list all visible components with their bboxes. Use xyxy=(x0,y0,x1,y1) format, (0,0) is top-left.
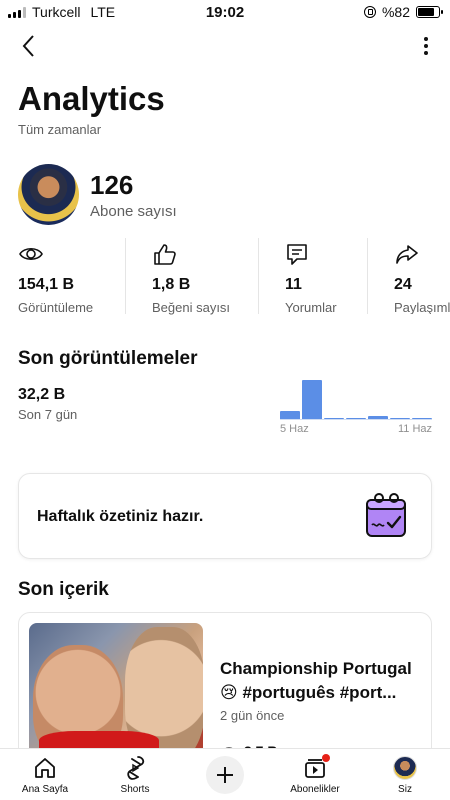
metric-label: Yorumlar xyxy=(285,300,337,315)
subscriptions-icon xyxy=(302,754,330,781)
battery-fill xyxy=(418,8,435,16)
chart-baseline xyxy=(280,419,432,420)
nav-you[interactable]: Siz xyxy=(360,749,450,800)
subscriber-count: 126 xyxy=(90,169,134,200)
subscriber-block: 126 Abone sayısı xyxy=(90,170,177,220)
metric-shares[interactable]: 24 Paylaşıml xyxy=(367,238,450,314)
shorts-icon xyxy=(122,755,148,781)
top-bar xyxy=(0,30,450,62)
chart-tick-start: 5 Haz xyxy=(280,423,309,435)
nav-label: Shorts xyxy=(120,784,150,795)
recent-content-title: Son içerik xyxy=(18,579,109,600)
profile-avatar xyxy=(392,755,418,781)
metrics-row: 154,1 B Görüntüleme 1,8 B Beğeni sayısı … xyxy=(0,238,450,315)
back-arrow-icon[interactable] xyxy=(14,32,42,60)
subscriber-label: Abone sayısı xyxy=(90,202,177,220)
metric-value: 154,1 B xyxy=(18,276,75,293)
create-button[interactable] xyxy=(206,756,244,794)
video-title[interactable]: Championship Portugal 😢 #português #port… xyxy=(220,657,420,705)
avatar xyxy=(18,164,79,225)
nav-create[interactable] xyxy=(180,749,270,800)
metric-label: Paylaşıml xyxy=(394,300,450,314)
status-right: %82 xyxy=(363,4,443,20)
weekly-summary-text: Haftalık özetiniz hazır. xyxy=(37,508,204,525)
recent-views-period: Son 7 gün xyxy=(18,407,78,422)
nav-home[interactable]: Ana Sayfa xyxy=(0,749,90,800)
plus-icon xyxy=(217,767,233,783)
video-published-time: 2 gün önce xyxy=(220,708,285,723)
metric-views[interactable]: 154,1 B Görüntüleme xyxy=(0,238,125,315)
nav-label: Siz xyxy=(398,784,412,795)
metric-value: 24 xyxy=(394,276,412,293)
calendar-check-icon xyxy=(366,493,406,537)
battery-percent: %82 xyxy=(381,4,410,20)
nav-subscriptions[interactable]: Abonelikler xyxy=(270,749,360,800)
metric-likes[interactable]: 1,8 B Beğeni sayısı xyxy=(125,238,258,315)
bottom-navigation: Ana Sayfa Shorts Abonelikler Siz xyxy=(0,748,450,800)
more-options-icon[interactable] xyxy=(420,34,432,58)
recent-views-value: 32,2 B xyxy=(18,386,66,403)
video-title-line: Championship Portugal xyxy=(220,659,412,678)
status-bar: Turkcell LTE 19:02 %82 xyxy=(0,0,450,24)
share-icon xyxy=(396,245,418,264)
metric-label: Beğeni sayısı xyxy=(152,300,231,315)
page-title: Analytics xyxy=(18,80,165,117)
channel-summary: 126 Abone sayısı xyxy=(18,164,177,225)
home-icon xyxy=(32,755,58,781)
nav-label: Ana Sayfa xyxy=(21,784,69,795)
nav-label: Abonelikler xyxy=(290,784,340,795)
nav-shorts[interactable]: Shorts xyxy=(90,749,180,800)
thumbs-up-icon xyxy=(154,244,176,265)
notification-dot xyxy=(322,754,330,762)
weekly-summary-card[interactable]: Haftalık özetiniz hazır. xyxy=(18,473,432,559)
orientation-lock-icon xyxy=(363,6,376,18)
comment-icon xyxy=(287,244,307,265)
video-title-line: 😢 #português #port... xyxy=(220,683,397,702)
battery-icon xyxy=(416,6,443,18)
chart-tick-end: 11 Haz xyxy=(398,423,433,435)
video-thumbnail[interactable] xyxy=(29,623,203,763)
metric-value: 11 xyxy=(285,276,302,293)
page-subtitle: Tüm zamanlar xyxy=(18,122,102,137)
metric-value: 1,8 B xyxy=(152,276,191,293)
metric-label: Görüntüleme xyxy=(18,300,94,315)
avatar xyxy=(393,756,417,780)
chart-bar xyxy=(302,380,322,420)
metric-comments[interactable]: 11 Yorumlar xyxy=(258,238,367,315)
recent-views-title: Son görüntülemeler xyxy=(18,348,198,369)
eye-icon xyxy=(19,247,43,261)
